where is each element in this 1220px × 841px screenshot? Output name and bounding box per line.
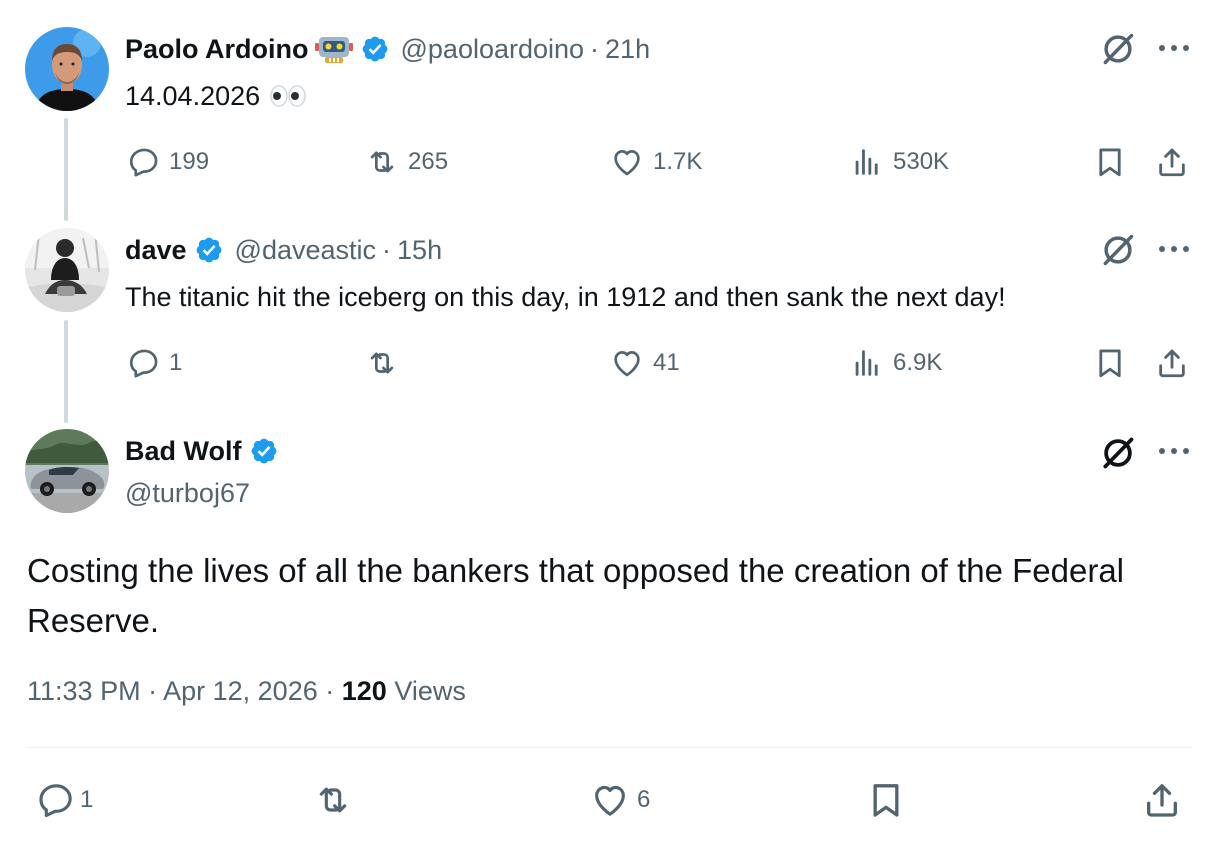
tweet-header: dave @daveastic · 15h — [125, 232, 442, 268]
tweet-meta: 11:33 PM · Apr 12, 2026 · 120 Views — [27, 676, 466, 707]
separator-dot: · — [590, 33, 600, 64]
author-handle-row: @turboj67 — [125, 475, 250, 511]
views-count: 120 — [341, 676, 387, 706]
author-handle[interactable]: @turboj67 — [125, 478, 250, 509]
separator-dot: · — [325, 676, 342, 706]
reply-icon — [36, 780, 76, 820]
repost-icon — [312, 780, 354, 820]
like-button[interactable]: 6 — [589, 780, 650, 820]
thread-line — [64, 320, 68, 423]
bookmark-button[interactable] — [1093, 145, 1127, 179]
bookmark-icon — [866, 780, 906, 820]
bookmark-icon — [1093, 346, 1127, 380]
share-icon — [1155, 346, 1189, 380]
verified-badge-icon — [194, 235, 224, 265]
bookmark-icon — [1093, 145, 1127, 179]
like-count: 1.7K — [653, 148, 703, 175]
tweet-text: 14.04.2026 — [125, 79, 308, 113]
verified-badge-icon — [360, 34, 390, 64]
separator-dot: · — [148, 676, 164, 706]
reply-count: 199 — [169, 148, 210, 175]
repost-button[interactable] — [364, 346, 408, 380]
like-button[interactable]: 41 — [609, 346, 680, 380]
like-icon — [609, 145, 645, 179]
like-count: 41 — [653, 349, 680, 376]
views-icon — [849, 145, 885, 179]
author-handle[interactable]: @daveastic — [235, 235, 376, 266]
tweet-time[interactable]: 15h — [397, 235, 442, 266]
share-button[interactable] — [1142, 780, 1182, 820]
tweet-header: Paolo Ardoino @paoloardoino · 21h — [125, 31, 650, 67]
views-button[interactable]: 530K — [849, 145, 949, 179]
tweet-body: 14.04.2026 — [125, 80, 261, 111]
share-button[interactable] — [1155, 346, 1189, 380]
bookmark-button[interactable] — [866, 780, 906, 820]
author-handle[interactable]: @paoloardoino — [401, 34, 585, 65]
avatar[interactable] — [25, 228, 109, 312]
like-icon — [589, 780, 631, 820]
views-count: 530K — [893, 148, 950, 175]
like-count: 6 — [637, 786, 651, 813]
robot-emoji-icon — [314, 37, 353, 63]
like-icon — [609, 346, 645, 380]
eyes-emoji-icon — [270, 85, 306, 107]
separator-dot: · — [382, 234, 392, 265]
author-name[interactable]: dave — [125, 235, 187, 266]
author-name[interactable]: Paolo Ardoino — [125, 34, 309, 65]
views-icon — [849, 346, 885, 380]
reply-button[interactable]: 199 — [127, 145, 209, 179]
tweet-body: The titanic hit the iceberg on this day,… — [125, 281, 1006, 312]
tweet-date[interactable]: Apr 12, 2026 — [163, 676, 318, 706]
repost-icon — [364, 346, 400, 380]
tweet-header: Bad Wolf — [125, 433, 290, 469]
grok-icon[interactable] — [1099, 30, 1137, 68]
reply-count: 1 — [80, 786, 94, 813]
tweet-text: The titanic hit the iceberg on this day,… — [125, 280, 1006, 314]
views-count: 6.9K — [893, 349, 943, 376]
thread-line — [64, 118, 68, 221]
share-icon — [1142, 780, 1182, 820]
divider — [27, 747, 1193, 748]
main-tweet-text: Costing the lives of all the bankers tha… — [27, 552, 1125, 639]
tweet-time[interactable]: 21h — [605, 34, 650, 65]
avatar[interactable] — [25, 429, 109, 513]
share-icon — [1155, 145, 1189, 179]
author-name[interactable]: Bad Wolf — [125, 436, 242, 467]
repost-icon — [364, 145, 400, 179]
more-icon[interactable] — [1157, 244, 1191, 254]
repost-button[interactable] — [312, 780, 362, 820]
tweet-time[interactable]: 11:33 PM — [27, 676, 141, 706]
more-icon[interactable] — [1157, 446, 1191, 456]
reply-count: 1 — [169, 349, 183, 376]
repost-button[interactable]: 265 — [364, 145, 448, 179]
verified-badge-icon — [249, 436, 279, 466]
share-button[interactable] — [1155, 145, 1189, 179]
reply-icon — [127, 346, 161, 380]
grok-icon[interactable] — [1099, 434, 1137, 472]
grok-icon[interactable] — [1099, 231, 1137, 269]
reply-button[interactable]: 1 — [127, 346, 182, 380]
more-icon[interactable] — [1157, 43, 1191, 53]
repost-count: 265 — [408, 148, 449, 175]
views-label: Views — [394, 676, 466, 706]
like-button[interactable]: 1.7K — [609, 145, 702, 179]
views-button[interactable]: 6.9K — [849, 346, 942, 380]
bookmark-button[interactable] — [1093, 346, 1127, 380]
reply-icon — [127, 145, 161, 179]
reply-button[interactable]: 1 — [36, 780, 93, 820]
avatar[interactable] — [25, 27, 109, 111]
